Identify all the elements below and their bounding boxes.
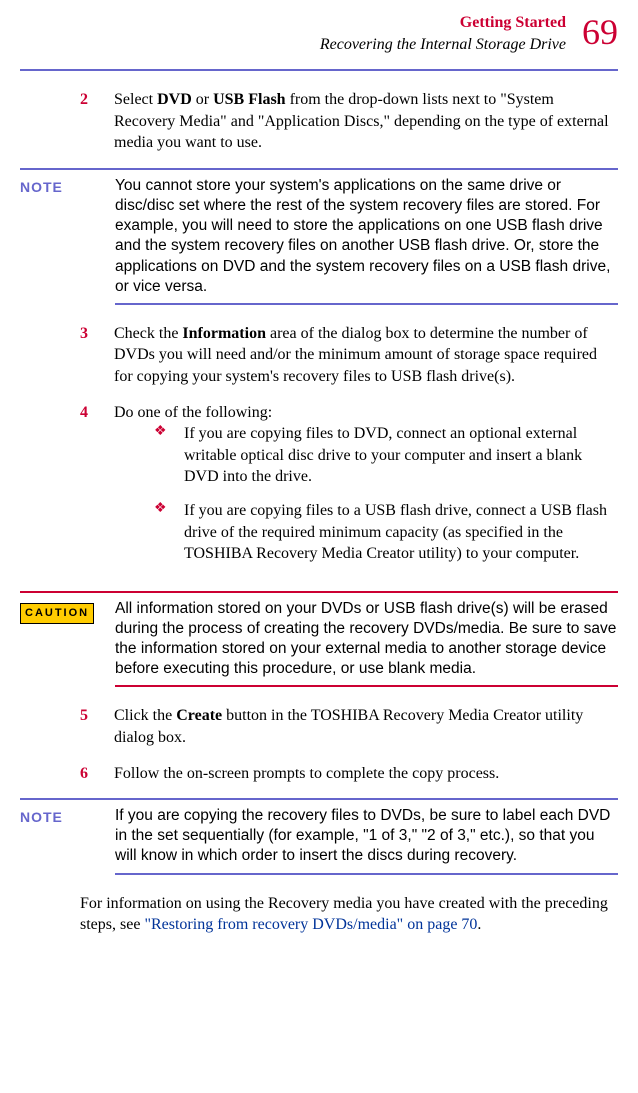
note-rule-bottom [115, 303, 618, 305]
step-number: 5 [80, 705, 114, 748]
note-text: You cannot store your system's applicati… [115, 176, 618, 297]
note-block-2: NOTE If you are copying the recovery fil… [0, 798, 638, 874]
step-text: Follow the on-screen prompts to complete… [114, 763, 618, 785]
diamond-icon: ❖ [154, 423, 184, 488]
chapter-title: Getting Started [460, 14, 566, 31]
cross-reference-link[interactable]: "Restoring from recovery DVDs/media" on … [144, 916, 477, 933]
note-row: NOTE If you are copying the recovery fil… [0, 800, 638, 872]
content-block-4: For information on using the Recovery me… [0, 893, 638, 936]
step4-bullets: ❖ If you are copying files to DVD, conne… [114, 423, 618, 565]
caution-block: CAUTION All information stored on your D… [0, 591, 638, 688]
step-number: 4 [80, 402, 114, 577]
caution-label-wrap: CAUTION [20, 599, 115, 624]
bullet-text: If you are copying files to a USB flash … [184, 500, 618, 565]
step-6: 6 Follow the on-screen prompts to comple… [20, 763, 618, 785]
section-title: Recovering the Internal Storage Drive [320, 36, 566, 53]
step-number: 2 [80, 89, 114, 154]
step-text: Do one of the following: ❖ If you are co… [114, 402, 618, 577]
page-content: 2 Select DVD or USB Flash from the drop-… [0, 89, 638, 154]
bullet-text: If you are copying files to DVD, connect… [184, 423, 618, 488]
note-rule-bottom [115, 873, 618, 875]
step-number: 3 [80, 323, 114, 388]
header-text: Getting Started Recovering the Internal … [320, 12, 566, 55]
diamond-icon: ❖ [154, 500, 184, 565]
bullet-item: ❖ If you are copying files to a USB flas… [114, 500, 618, 565]
note-row: NOTE You cannot store your system's appl… [0, 170, 638, 303]
trailing-paragraph: For information on using the Recovery me… [20, 893, 618, 936]
step-text: Click the Create button in the TOSHIBA R… [114, 705, 618, 748]
caution-rule-bottom [115, 685, 618, 687]
note-label: NOTE [20, 176, 115, 297]
step-3: 3 Check the Information area of the dial… [20, 323, 618, 388]
caution-badge: CAUTION [20, 603, 94, 624]
content-block-3: 5 Click the Create button in the TOSHIBA… [0, 705, 638, 784]
caution-row: CAUTION All information stored on your D… [0, 593, 638, 686]
note-block-1: NOTE You cannot store your system's appl… [0, 168, 638, 305]
step-2: 2 Select DVD or USB Flash from the drop-… [20, 89, 618, 154]
note-label: NOTE [20, 806, 115, 866]
bullet-item: ❖ If you are copying files to DVD, conne… [114, 423, 618, 488]
page-number: 69 [582, 8, 618, 57]
step-4: 4 Do one of the following: ❖ If you are … [20, 402, 618, 577]
step-text: Check the Information area of the dialog… [114, 323, 618, 388]
content-block-2: 3 Check the Information area of the dial… [0, 323, 638, 577]
step-5: 5 Click the Create button in the TOSHIBA… [20, 705, 618, 748]
page-header: Getting Started Recovering the Internal … [0, 0, 638, 63]
note-text: If you are copying the recovery files to… [115, 806, 618, 866]
step-text: Select DVD or USB Flash from the drop-do… [114, 89, 618, 154]
header-divider [20, 69, 618, 71]
caution-text: All information stored on your DVDs or U… [115, 599, 618, 680]
step-number: 6 [80, 763, 114, 785]
